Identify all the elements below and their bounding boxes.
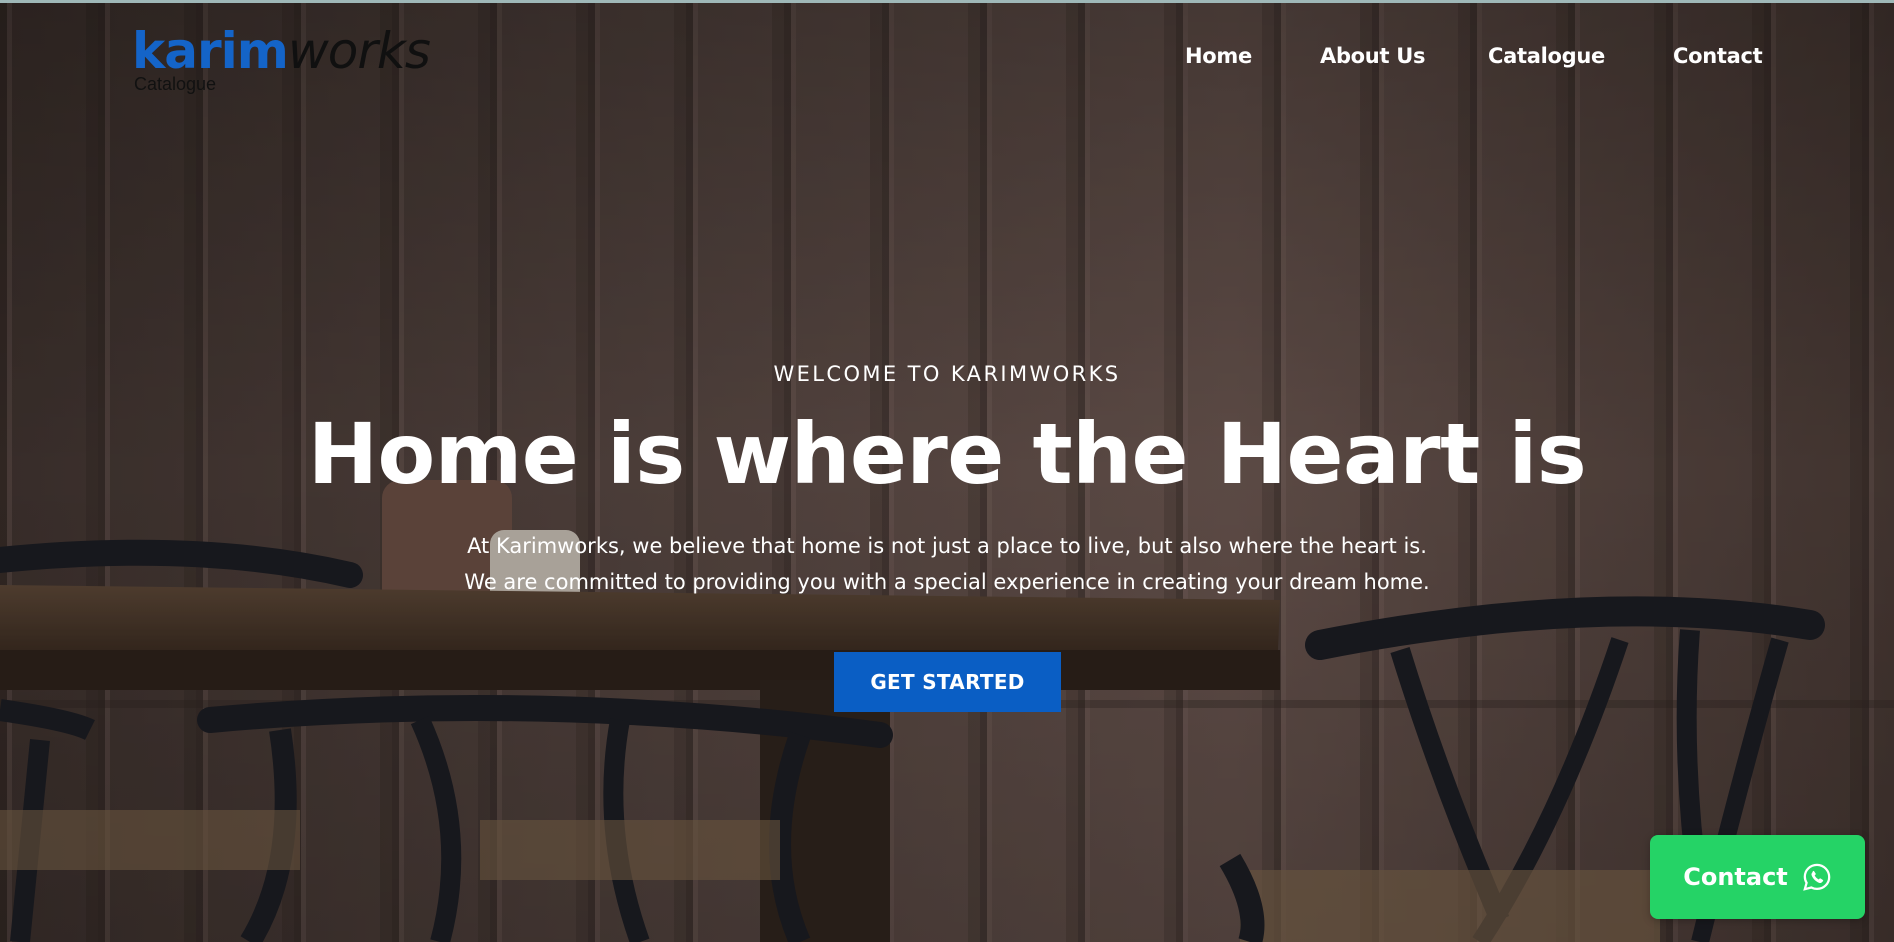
hero-description-line1: At Karimworks, we believe that home is n… [467, 534, 1427, 558]
top-border [0, 0, 1894, 3]
whatsapp-icon [1802, 863, 1831, 891]
nav-item-contact[interactable]: Contact [1673, 44, 1763, 68]
main-nav: Home About Us Catalogue Contact [0, 44, 1894, 76]
whatsapp-contact-label: Contact [1683, 863, 1788, 891]
hero-description: At Karimworks, we believe that home is n… [0, 528, 1894, 600]
nav-item-catalogue[interactable]: Catalogue [1488, 44, 1605, 68]
get-started-button[interactable]: GET STARTED [834, 652, 1061, 712]
nav-item-home[interactable]: Home [1185, 44, 1252, 68]
hero-eyebrow: WELCOME TO KARIMWORKS [773, 362, 1121, 386]
hero-description-line2: We are committed to providing you with a… [464, 570, 1430, 594]
nav-item-about-us[interactable]: About Us [1320, 44, 1425, 68]
hero-section: karimworks Catalogue Home About Us Catal… [0, 0, 1894, 942]
hero-headline: Home is where the Heart is [307, 405, 1587, 503]
logo-subtitle: Catalogue [134, 74, 217, 94]
whatsapp-contact-button[interactable]: Contact [1650, 835, 1865, 919]
